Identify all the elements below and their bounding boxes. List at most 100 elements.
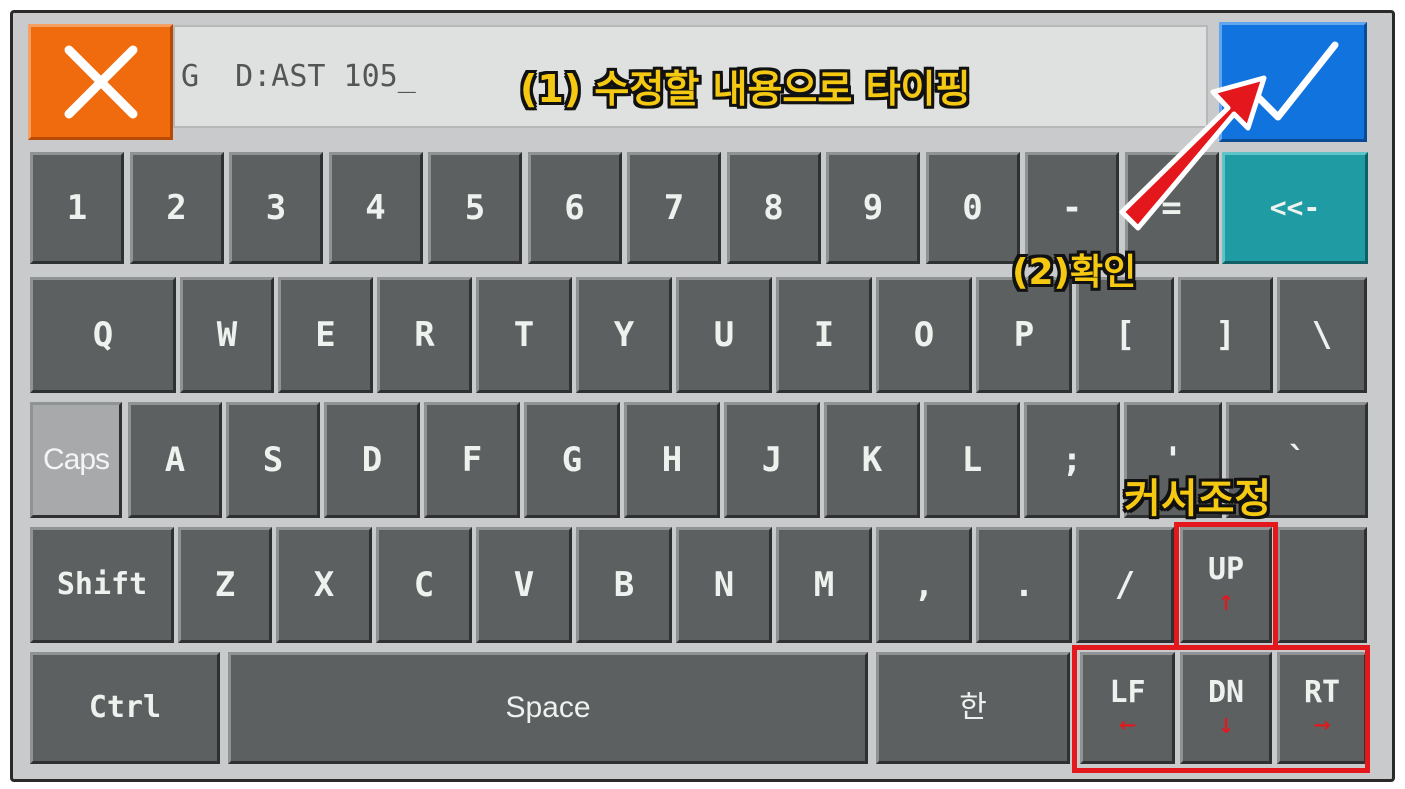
key-0-label: 0 xyxy=(962,188,983,228)
key-j[interactable]: J xyxy=(724,402,820,518)
key-8-label: 8 xyxy=(763,188,784,228)
key-y[interactable]: Y xyxy=(576,277,672,393)
cancel-button[interactable] xyxy=(28,24,173,140)
shift-key-label: Shift xyxy=(56,567,148,602)
key-p-label: P xyxy=(1013,315,1035,355)
key-q-label: Q xyxy=(92,315,114,355)
caps-lock-key[interactable]: Caps xyxy=(30,402,122,518)
key-i-label: I xyxy=(813,315,835,355)
cursor-right-key[interactable]: RT → xyxy=(1277,652,1367,764)
shift-key[interactable]: Shift xyxy=(30,527,174,643)
key-8[interactable]: 8 xyxy=(726,152,821,264)
key-c[interactable]: C xyxy=(376,527,472,643)
close-icon xyxy=(64,45,137,119)
key-comma-label: , xyxy=(913,565,935,605)
confirm-button[interactable] xyxy=(1219,22,1367,142)
key-q[interactable]: Q xyxy=(30,277,176,393)
key-3[interactable]: 3 xyxy=(229,152,323,264)
key-z-label: Z xyxy=(214,565,236,605)
key-semicolon[interactable]: ; xyxy=(1024,402,1120,518)
key-backtick-label: ` xyxy=(1286,440,1308,480)
key-k[interactable]: K xyxy=(824,402,920,518)
key-r[interactable]: R xyxy=(377,277,472,393)
ctrl-key[interactable]: Ctrl xyxy=(30,652,220,764)
key-f[interactable]: F xyxy=(424,402,520,518)
space-key[interactable]: Space xyxy=(228,652,868,764)
key-5[interactable]: 5 xyxy=(428,152,522,264)
key-d[interactable]: D xyxy=(324,402,420,518)
key-backslash-label: \ xyxy=(1311,315,1333,355)
cursor-down-key[interactable]: DN ↓ xyxy=(1180,652,1272,764)
arrow-down-icon: ↓ xyxy=(1217,707,1235,740)
blank-key[interactable] xyxy=(1277,527,1367,643)
checkmark-icon xyxy=(1249,41,1339,121)
key-slash[interactable]: / xyxy=(1076,527,1174,643)
key-2-label: 2 xyxy=(166,188,187,228)
key-b[interactable]: B xyxy=(576,527,672,643)
key-backslash[interactable]: \ xyxy=(1277,277,1367,393)
key-z[interactable]: Z xyxy=(178,527,272,643)
key-right-bracket-label: ] xyxy=(1215,315,1236,355)
key-t-label: T xyxy=(513,315,535,355)
key-4[interactable]: 4 xyxy=(328,152,423,264)
key-7-label: 7 xyxy=(663,188,685,228)
key-o-label: O xyxy=(913,315,935,355)
key-e-label: E xyxy=(315,315,336,355)
key-6-label: 6 xyxy=(564,188,585,228)
key-k-label: K xyxy=(861,440,883,480)
key-a-label: A xyxy=(164,440,186,480)
key-7[interactable]: 7 xyxy=(627,152,721,264)
key-x-label: X xyxy=(313,565,335,605)
key-9-label: 9 xyxy=(862,188,884,228)
key-3-label: 3 xyxy=(265,188,287,228)
key-x[interactable]: X xyxy=(276,527,372,643)
key-period[interactable]: . xyxy=(976,527,1072,643)
key-g[interactable]: G xyxy=(524,402,620,518)
cursor-left-key[interactable]: LF ← xyxy=(1080,652,1175,764)
key-s[interactable]: S xyxy=(226,402,320,518)
backspace-key[interactable]: <<- xyxy=(1222,152,1368,264)
key-e[interactable]: E xyxy=(278,277,373,393)
key-o[interactable]: O xyxy=(876,277,972,393)
key-j-label: J xyxy=(761,440,783,480)
key-v-label: V xyxy=(513,565,535,605)
key-equals-label: = xyxy=(1161,188,1182,228)
key-right-bracket[interactable]: ] xyxy=(1178,277,1273,393)
key-i[interactable]: I xyxy=(776,277,872,393)
key-h[interactable]: H xyxy=(624,402,720,518)
caps-lock-key-label: Caps xyxy=(42,443,110,476)
key-equals[interactable]: = xyxy=(1124,152,1219,264)
cursor-up-key[interactable]: UP ↑ xyxy=(1180,527,1272,643)
cursor-down-label: DN xyxy=(1207,675,1245,710)
key-u[interactable]: U xyxy=(676,277,772,393)
key-d-label: D xyxy=(361,440,383,480)
hangul-key[interactable]: 한 xyxy=(876,652,1070,764)
space-key-label: Space xyxy=(505,691,591,724)
key-v[interactable]: V xyxy=(476,527,572,643)
key-2[interactable]: 2 xyxy=(129,152,224,264)
key-n[interactable]: N xyxy=(676,527,772,643)
key-l[interactable]: L xyxy=(924,402,1020,518)
key-s-label: S xyxy=(262,440,284,480)
key-9[interactable]: 9 xyxy=(826,152,920,264)
key-l-label: L xyxy=(961,440,983,480)
backspace-label: <<- xyxy=(1269,191,1321,224)
key-w[interactable]: W xyxy=(180,277,274,393)
key-u-label: U xyxy=(713,315,735,355)
key-t[interactable]: T xyxy=(476,277,572,393)
cursor-right-label: RT xyxy=(1303,675,1341,710)
input-value: G D:AST 105_ xyxy=(181,59,416,94)
hangul-key-label: 한 xyxy=(959,690,987,725)
key-semicolon-label: ; xyxy=(1061,440,1083,480)
key-m[interactable]: M xyxy=(776,527,872,643)
key-slash-label: / xyxy=(1114,565,1136,605)
key-1[interactable]: 1 xyxy=(30,152,124,264)
ctrl-key-label: Ctrl xyxy=(88,690,162,725)
key-0[interactable]: 0 xyxy=(925,152,1020,264)
cursor-left-label: LF xyxy=(1109,675,1146,710)
key-comma[interactable]: , xyxy=(876,527,972,643)
key-a[interactable]: A xyxy=(128,402,222,518)
key-1-label: 1 xyxy=(66,188,88,228)
key-m-label: M xyxy=(813,565,835,605)
key-6[interactable]: 6 xyxy=(527,152,622,264)
